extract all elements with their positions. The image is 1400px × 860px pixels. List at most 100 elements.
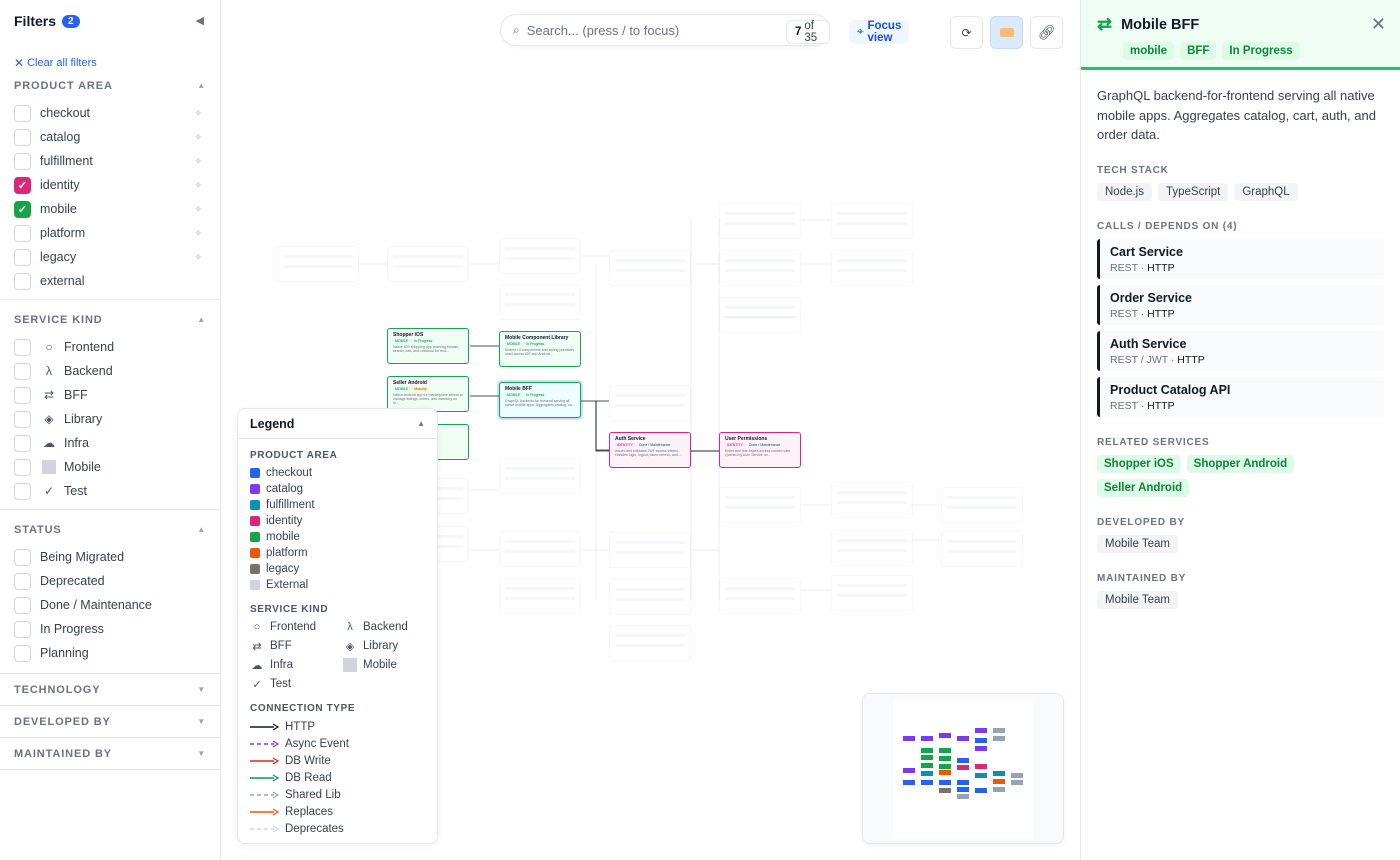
- graph-node[interactable]: [499, 531, 581, 567]
- checkbox[interactable]: [14, 272, 31, 290]
- checkbox[interactable]: [14, 596, 31, 614]
- filter-option-backend[interactable]: λ Backend: [0, 359, 220, 383]
- checkbox[interactable]: [14, 434, 31, 452]
- checkbox[interactable]: [14, 362, 31, 380]
- graph-node-auth-service[interactable]: Auth Service IDENTITY Done / Maintenance …: [609, 432, 691, 468]
- filter-option-library[interactable]: ◈ Library: [0, 407, 220, 431]
- filter-option-platform[interactable]: platform ✧: [0, 221, 220, 245]
- graph-node-seller-android[interactable]: Seller Android MOBILE Maturity Native And…: [387, 376, 469, 412]
- filter-group-header[interactable]: TECHNOLOGY ▼: [0, 674, 220, 705]
- isolate-icon[interactable]: ✧: [194, 156, 202, 167]
- filter-option-identity[interactable]: ✓ identity ✧: [0, 173, 220, 197]
- filter-option-legacy[interactable]: legacy ✧: [0, 245, 220, 269]
- graph-node[interactable]: [499, 458, 581, 494]
- checkbox[interactable]: [14, 386, 31, 404]
- graph-node-shopper-ios[interactable]: Shopper iOS MOBILE In Progress Native iOS…: [387, 328, 469, 364]
- filter-group-header[interactable]: PRODUCT AREA ▲: [0, 70, 220, 101]
- graph-node[interactable]: [609, 532, 691, 568]
- filter-group-header[interactable]: MAINTAINED BY ▼: [0, 738, 220, 769]
- checkbox[interactable]: [14, 644, 31, 662]
- close-details-icon[interactable]: ✕: [1371, 14, 1386, 35]
- graph-node-user-permissions[interactable]: User Permissions IDENTITY Done / Maintena…: [719, 432, 801, 468]
- checkbox[interactable]: [14, 620, 31, 638]
- dependency-item-product-catalog-api[interactable]: Product Catalog API REST · HTTP: [1097, 376, 1384, 417]
- filter-option-test[interactable]: ✓ Test: [0, 479, 220, 503]
- minimap[interactable]: [862, 693, 1064, 844]
- graph-node[interactable]: [499, 284, 581, 320]
- filter-group-header[interactable]: STATUS ▲: [0, 514, 220, 545]
- checkbox[interactable]: [14, 248, 31, 266]
- filter-option-external[interactable]: external: [0, 269, 220, 293]
- filter-option-mobile[interactable]: ✓ mobile ✧: [0, 197, 220, 221]
- checkbox[interactable]: ✓: [14, 176, 31, 194]
- graph-node[interactable]: [719, 578, 801, 614]
- graph-node[interactable]: [831, 482, 913, 518]
- related-service-chip[interactable]: Seller Android: [1097, 478, 1190, 497]
- dependency-item-order-service[interactable]: Order Service REST · HTTP: [1097, 284, 1384, 325]
- isolate-icon[interactable]: ✧: [194, 180, 202, 191]
- filter-option-infra[interactable]: ☁ Infra: [0, 431, 220, 455]
- filter-option-bff[interactable]: ⇄ BFF: [0, 383, 220, 407]
- filter-option-deprecated[interactable]: Deprecated: [0, 569, 220, 593]
- isolate-icon[interactable]: ✧: [194, 204, 202, 215]
- graph-node[interactable]: [499, 238, 581, 274]
- filter-option-frontend[interactable]: ○ Frontend: [0, 335, 220, 359]
- related-service-chip[interactable]: Shopper iOS: [1097, 454, 1181, 473]
- tech-chip[interactable]: GraphQL: [1234, 182, 1298, 201]
- tech-chip[interactable]: TypeScript: [1158, 182, 1229, 201]
- graph-node[interactable]: [609, 385, 691, 421]
- filter-option-being-migrated[interactable]: Being Migrated: [0, 545, 220, 569]
- graph-node[interactable]: [609, 579, 691, 615]
- graph-node[interactable]: [277, 246, 359, 282]
- developed-by-chip[interactable]: Mobile Team: [1097, 534, 1178, 553]
- dependency-item-cart-service[interactable]: Cart Service REST · HTTP: [1097, 238, 1384, 279]
- legend-header[interactable]: Legend ▲: [238, 409, 437, 439]
- checkbox[interactable]: [14, 482, 31, 500]
- filter-option-mobile[interactable]: Mobile: [0, 455, 220, 479]
- graph-node-mobile-bff[interactable]: Mobile BFF MOBILE In Progress GraphQL bac…: [499, 382, 581, 418]
- graph-canvas[interactable]: ⌕ Search... (press / to focus) 7 of 35 ⌖…: [221, 0, 1080, 860]
- graph-node[interactable]: [609, 625, 691, 661]
- checkbox[interactable]: [14, 128, 31, 146]
- checkbox[interactable]: [14, 104, 31, 122]
- checkbox[interactable]: [14, 224, 31, 242]
- maintained-by-chip[interactable]: Mobile Team: [1097, 590, 1178, 609]
- filter-group-header[interactable]: SERVICE KIND ▲: [0, 304, 220, 335]
- filter-group-header[interactable]: DEVELOPED BY ▼: [0, 706, 220, 737]
- filter-option-planning[interactable]: Planning: [0, 641, 220, 665]
- clear-all-filters-link[interactable]: ✕ Clear all filters: [0, 42, 220, 70]
- graph-node[interactable]: [719, 250, 801, 286]
- graph-node[interactable]: [831, 203, 913, 239]
- filter-option-in-progress[interactable]: In Progress: [0, 617, 220, 641]
- graph-node[interactable]: [941, 487, 1023, 523]
- isolate-icon[interactable]: ✧: [194, 228, 202, 239]
- checkbox[interactable]: [14, 572, 31, 590]
- checkbox[interactable]: [14, 458, 31, 476]
- graph-node[interactable]: [719, 203, 801, 239]
- filter-option-fulfillment[interactable]: fulfillment ✧: [0, 149, 220, 173]
- checkbox[interactable]: [14, 338, 31, 356]
- isolate-icon[interactable]: ✧: [194, 252, 202, 263]
- graph-node[interactable]: [831, 530, 913, 566]
- filter-option-checkout[interactable]: checkout ✧: [0, 101, 220, 125]
- related-service-chip[interactable]: Shopper Android: [1186, 454, 1295, 473]
- collapse-sidebar-icon[interactable]: ◀: [196, 14, 204, 27]
- checkbox[interactable]: [14, 548, 31, 566]
- graph-node[interactable]: [609, 250, 691, 286]
- checkbox[interactable]: [14, 410, 31, 428]
- graph-node[interactable]: [941, 531, 1023, 567]
- isolate-icon[interactable]: ✧: [194, 132, 202, 143]
- tech-chip[interactable]: Node.js: [1097, 182, 1152, 201]
- filter-option-done-maintenance[interactable]: Done / Maintenance: [0, 593, 220, 617]
- graph-node-mobile-component-library[interactable]: Mobile Component Library MOBILE In Progre…: [499, 331, 581, 367]
- checkbox[interactable]: ✓: [14, 200, 31, 218]
- isolate-icon[interactable]: ✧: [194, 108, 202, 119]
- graph-node[interactable]: [831, 250, 913, 286]
- checkbox[interactable]: [14, 152, 31, 170]
- graph-node[interactable]: [387, 246, 469, 282]
- graph-node[interactable]: [831, 575, 913, 611]
- graph-node[interactable]: [719, 487, 801, 523]
- graph-node[interactable]: [499, 578, 581, 614]
- filter-option-catalog[interactable]: catalog ✧: [0, 125, 220, 149]
- graph-node[interactable]: [719, 297, 801, 333]
